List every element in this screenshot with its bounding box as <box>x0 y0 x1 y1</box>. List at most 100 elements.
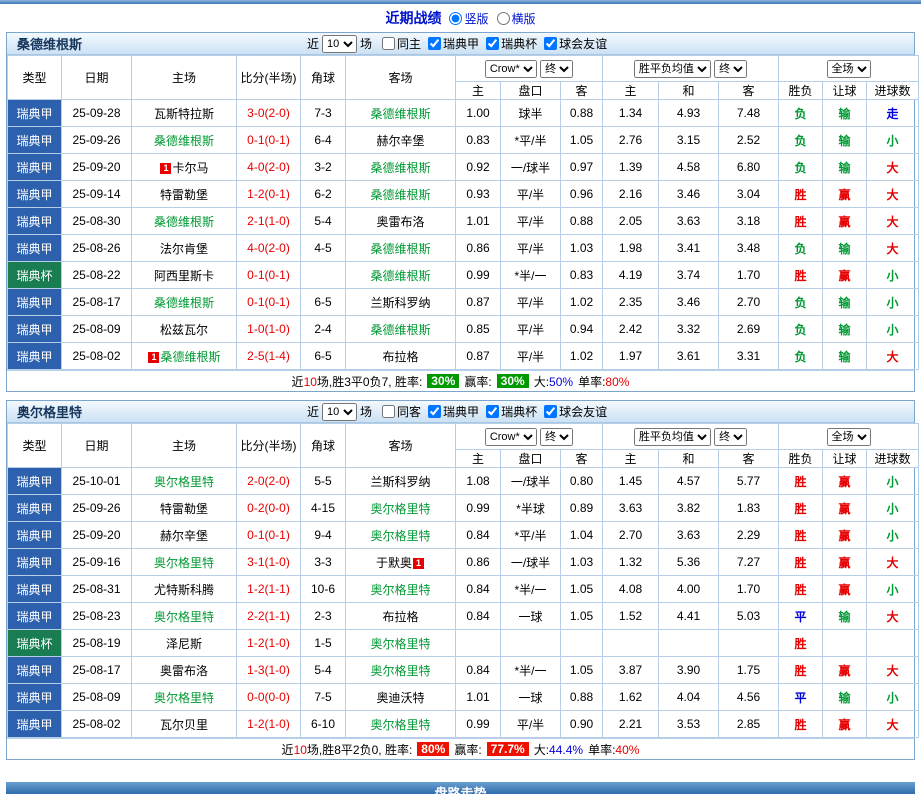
scope-select[interactable]: 全场 <box>827 428 871 446</box>
team-name[interactable]: 桑德维根斯 <box>370 107 430 121</box>
team-name[interactable]: 布拉格 <box>382 610 418 624</box>
score-cell[interactable]: 1-2(1-1) <box>237 576 301 603</box>
team-name[interactable]: 卡尔马 <box>172 161 208 175</box>
score-cell[interactable]: 1-3(1-0) <box>237 657 301 684</box>
score-cell[interactable]: 1-0(1-0) <box>237 316 301 343</box>
team-name[interactable]: 奥尔格里特 <box>370 718 430 732</box>
score-cell[interactable]: 2-5(1-4) <box>237 343 301 370</box>
team-name[interactable]: 赫尔辛堡 <box>160 529 208 543</box>
odds-company-select[interactable]: Crow* <box>485 60 537 78</box>
filter-option[interactable]: 瑞典甲 <box>428 35 479 52</box>
score-cell[interactable]: 0-2(0-0) <box>237 495 301 522</box>
filter-checkbox[interactable] <box>382 37 395 50</box>
filter-checkbox[interactable] <box>486 405 499 418</box>
league-badge[interactable]: 瑞典甲 <box>8 100 62 127</box>
league-badge[interactable]: 瑞典甲 <box>8 522 62 549</box>
match-count-select[interactable]: 10 <box>322 35 357 53</box>
team-name[interactable]: 瓦尔贝里 <box>160 718 208 732</box>
team-name[interactable]: 桑德维根斯 <box>370 323 430 337</box>
score-cell[interactable]: 4-0(2-0) <box>237 154 301 181</box>
score-cell[interactable]: 0-1(0-1) <box>237 522 301 549</box>
filter-option[interactable]: 瑞典杯 <box>486 403 537 420</box>
team-name[interactable]: 桑德维根斯 <box>370 242 430 256</box>
score-cell[interactable]: 0-1(0-1) <box>237 289 301 316</box>
score-cell[interactable]: 2-0(2-0) <box>237 468 301 495</box>
team-name[interactable]: 奥雷布洛 <box>160 664 208 678</box>
league-badge[interactable]: 瑞典甲 <box>8 549 62 576</box>
avg-time-select[interactable]: 终 <box>714 60 747 78</box>
score-cell[interactable]: 3-1(1-0) <box>237 549 301 576</box>
league-badge[interactable]: 瑞典甲 <box>8 316 62 343</box>
team-name[interactable]: 布拉格 <box>382 350 418 364</box>
league-badge[interactable]: 瑞典甲 <box>8 576 62 603</box>
team-name[interactable]: 特雷勒堡 <box>160 502 208 516</box>
score-cell[interactable]: 0-1(0-1) <box>237 127 301 154</box>
odds-time-select[interactable]: 终 <box>540 428 573 446</box>
team-name[interactable]: 松兹瓦尔 <box>160 323 208 337</box>
score-cell[interactable]: 1-2(1-0) <box>237 630 301 657</box>
filter-checkbox[interactable] <box>382 405 395 418</box>
team-name[interactable]: 桑德维根斯 <box>154 215 214 229</box>
vertical-radio[interactable] <box>449 12 462 25</box>
odds-time-select[interactable]: 终 <box>540 60 573 78</box>
avg-select[interactable]: 胜平负均值 <box>634 428 711 446</box>
league-badge[interactable]: 瑞典甲 <box>8 127 62 154</box>
score-cell[interactable]: 1-2(1-0) <box>237 711 301 738</box>
league-badge[interactable]: 瑞典杯 <box>8 262 62 289</box>
filter-option[interactable]: 瑞典杯 <box>486 35 537 52</box>
score-cell[interactable]: 0-1(0-1) <box>237 262 301 289</box>
filter-option[interactable]: 球会友谊 <box>544 35 607 52</box>
team-name[interactable]: 桑德维根斯 <box>370 269 430 283</box>
team-name[interactable]: 兰斯科罗纳 <box>370 475 430 489</box>
score-cell[interactable]: 1-2(0-1) <box>237 181 301 208</box>
team-name[interactable]: 桑德维根斯 <box>154 296 214 310</box>
score-cell[interactable]: 0-0(0-0) <box>237 684 301 711</box>
team-name[interactable]: 奥尔格里特 <box>154 556 214 570</box>
score-cell[interactable]: 4-0(2-0) <box>237 235 301 262</box>
team-name[interactable]: 奥雷布洛 <box>376 215 424 229</box>
view-option-vertical[interactable]: 竖版 <box>449 10 488 27</box>
league-badge[interactable]: 瑞典甲 <box>8 657 62 684</box>
team-name[interactable]: 兰斯科罗纳 <box>370 296 430 310</box>
league-badge[interactable]: 瑞典杯 <box>8 630 62 657</box>
filter-checkbox[interactable] <box>544 37 557 50</box>
team-name[interactable]: 奥尔格里特 <box>154 475 214 489</box>
score-cell[interactable]: 2-1(1-0) <box>237 208 301 235</box>
horizontal-radio[interactable] <box>497 12 510 25</box>
score-cell[interactable]: 3-0(2-0) <box>237 100 301 127</box>
filter-checkbox[interactable] <box>486 37 499 50</box>
league-badge[interactable]: 瑞典甲 <box>8 235 62 262</box>
league-badge[interactable]: 瑞典甲 <box>8 208 62 235</box>
score-cell[interactable]: 2-2(1-1) <box>237 603 301 630</box>
team-name[interactable]: 奥尔格里特 <box>154 691 214 705</box>
filter-option[interactable]: 瑞典甲 <box>428 403 479 420</box>
team-name[interactable]: 赫尔辛堡 <box>376 134 424 148</box>
team-name[interactable]: 瓦斯特拉斯 <box>154 107 214 121</box>
match-count-select[interactable]: 10 <box>322 403 357 421</box>
team-name[interactable]: 奥迪沃特 <box>376 691 424 705</box>
odds-company-select[interactable]: Crow* <box>485 428 537 446</box>
view-option-horizontal[interactable]: 横版 <box>497 10 536 27</box>
filter-checkbox[interactable] <box>544 405 557 418</box>
team-name[interactable]: 泽尼斯 <box>166 637 202 651</box>
team-name[interactable]: 奥尔格里特 <box>370 664 430 678</box>
team-name[interactable]: 奥尔格里特 <box>370 502 430 516</box>
team-name[interactable]: 奥尔格里特 <box>370 637 430 651</box>
team-name[interactable]: 于默奥 <box>376 556 412 570</box>
filter-option[interactable]: 同主 <box>382 35 421 52</box>
team-name[interactable]: 特雷勒堡 <box>160 188 208 202</box>
filter-checkbox[interactable] <box>428 405 441 418</box>
league-badge[interactable]: 瑞典甲 <box>8 468 62 495</box>
filter-checkbox[interactable] <box>428 37 441 50</box>
filter-option[interactable]: 同客 <box>382 403 421 420</box>
team-name[interactable]: 奥尔格里特 <box>370 529 430 543</box>
team-name[interactable]: 桑德维根斯 <box>160 350 220 364</box>
avg-select[interactable]: 胜平负均值 <box>634 60 711 78</box>
filter-option[interactable]: 球会友谊 <box>544 403 607 420</box>
league-badge[interactable]: 瑞典甲 <box>8 495 62 522</box>
team-name[interactable]: 奥尔格里特 <box>154 610 214 624</box>
league-badge[interactable]: 瑞典甲 <box>8 684 62 711</box>
team-name[interactable]: 尤特斯科腾 <box>154 583 214 597</box>
team-name[interactable]: 奥尔格里特 <box>370 583 430 597</box>
team-name[interactable]: 阿西里斯卡 <box>154 269 214 283</box>
